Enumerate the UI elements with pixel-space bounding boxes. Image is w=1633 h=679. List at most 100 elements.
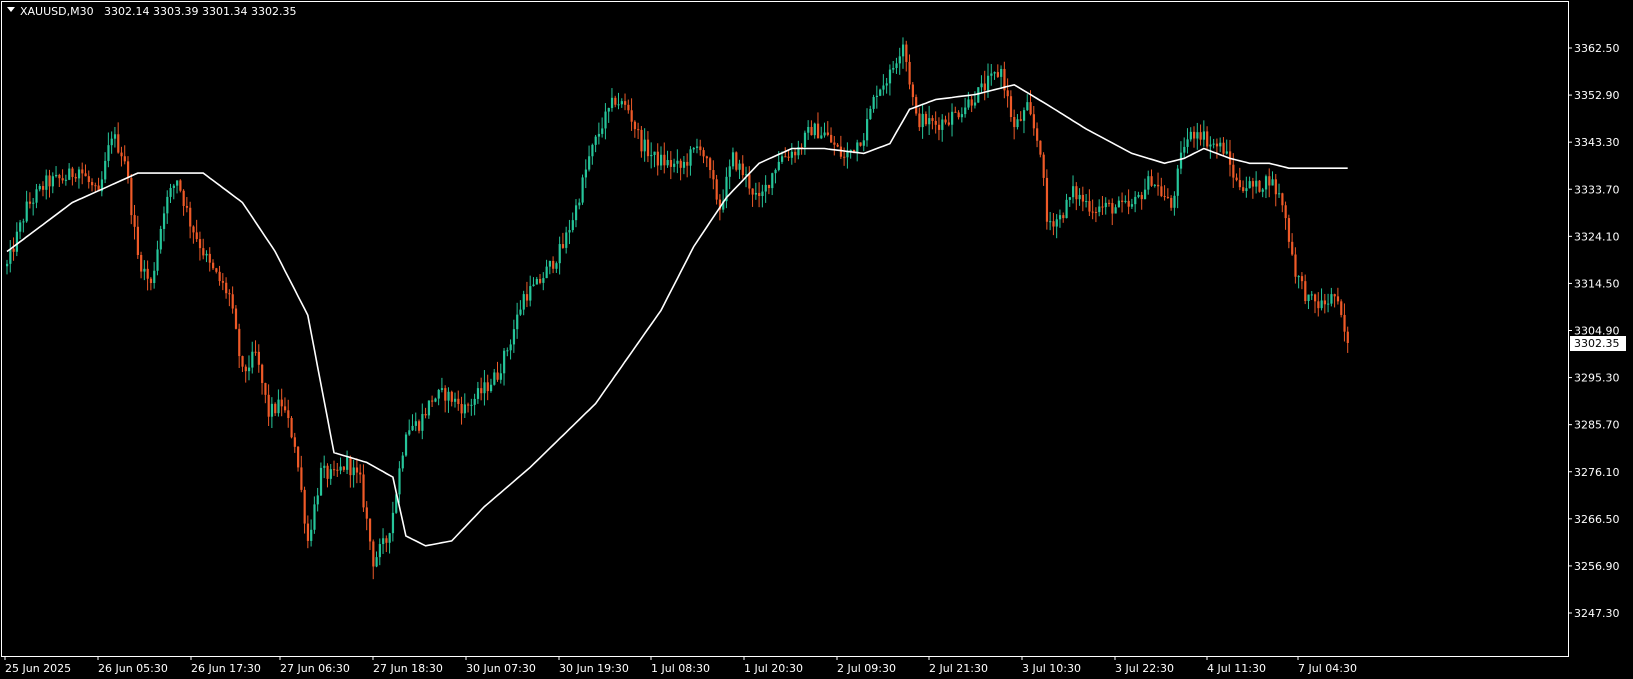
- candle-body: [297, 446, 300, 468]
- candle-body: [1183, 146, 1186, 153]
- candle-body: [1336, 296, 1340, 302]
- candle-body: [656, 151, 659, 166]
- candle-body: [879, 89, 882, 96]
- candle-body: [342, 466, 346, 470]
- candle-body: [280, 399, 283, 407]
- candle-body: [947, 122, 950, 125]
- candle-body: [584, 169, 587, 178]
- candle-body: [650, 154, 653, 157]
- candle-body: [287, 410, 290, 419]
- candle-body: [1150, 176, 1153, 186]
- candle-body: [447, 391, 450, 401]
- x-tick-label: 3 Jul 22:30: [1115, 662, 1174, 675]
- candle-body: [525, 294, 529, 301]
- candle-body: [22, 221, 25, 223]
- candle-body: [493, 372, 496, 385]
- candle-body: [146, 268, 149, 279]
- candle-body: [424, 413, 427, 416]
- candle-body: [1245, 188, 1248, 192]
- candle-body: [143, 268, 146, 272]
- candle-body: [882, 85, 885, 90]
- candle-body: [1343, 314, 1346, 332]
- y-tick-label: 3304.90: [1574, 325, 1620, 338]
- candle-body: [339, 466, 342, 471]
- candle-body: [355, 467, 359, 473]
- candle-body: [1049, 221, 1052, 223]
- candle-body: [581, 177, 584, 203]
- candle-body: [771, 173, 774, 189]
- candle-body: [12, 248, 15, 252]
- current-price-tag: 3302.35: [1570, 336, 1626, 352]
- candle-body: [496, 372, 499, 380]
- candle-body: [365, 507, 368, 519]
- candle-body: [862, 140, 865, 146]
- candle: [581, 174, 584, 205]
- y-tick-label: 3324.10: [1574, 230, 1620, 243]
- candle-body: [77, 169, 81, 179]
- y-tick-label: 3295.30: [1574, 372, 1620, 385]
- candle-body: [1314, 294, 1317, 302]
- candle-body: [159, 228, 162, 250]
- candle-body: [888, 69, 892, 84]
- candle-body: [954, 111, 957, 113]
- candle-body: [290, 418, 293, 438]
- candle-body: [149, 278, 153, 284]
- candle-body: [123, 156, 126, 162]
- candle-body: [1340, 301, 1343, 315]
- y-tick-label: 3343.30: [1574, 136, 1620, 149]
- candle-body: [1009, 96, 1013, 117]
- candle-body: [32, 202, 35, 204]
- candle-body: [578, 202, 581, 206]
- candle-body: [113, 134, 117, 139]
- y-tick-label: 3285.70: [1574, 419, 1620, 432]
- candle-body: [934, 120, 937, 125]
- candle-body: [996, 72, 1000, 77]
- candle-body: [221, 281, 225, 283]
- candle-body: [1163, 196, 1166, 198]
- candle-body: [162, 213, 166, 229]
- candle-body: [68, 168, 71, 180]
- candle-body: [310, 529, 313, 541]
- candle-body: [499, 373, 502, 380]
- candle-body: [208, 253, 211, 263]
- candle-body: [323, 465, 326, 468]
- candle-body: [823, 132, 826, 136]
- candle-body: [1327, 303, 1330, 305]
- candle-body: [1013, 116, 1016, 128]
- candle-body: [663, 154, 666, 166]
- candle-body: [1242, 187, 1245, 192]
- y-tick-label: 3333.70: [1574, 183, 1620, 196]
- candle-body: [172, 185, 175, 188]
- candle-body: [758, 192, 761, 197]
- candle-body: [830, 134, 833, 143]
- candle-body: [388, 533, 391, 543]
- candle-body: [987, 75, 990, 91]
- candle-body: [225, 282, 228, 294]
- candle-body: [666, 160, 669, 166]
- candle-body: [607, 107, 610, 112]
- candle-body: [64, 179, 68, 181]
- candle-body: [915, 97, 918, 114]
- candle-body: [1022, 110, 1026, 121]
- candle-body: [431, 400, 434, 402]
- candle-body: [754, 192, 758, 195]
- candle: [1340, 299, 1343, 318]
- candle-body: [1157, 184, 1160, 187]
- candle-body: [133, 215, 136, 227]
- candle-body: [411, 425, 414, 431]
- candle-body: [794, 151, 797, 156]
- candle-body: [630, 110, 633, 122]
- candle-body: [476, 388, 480, 399]
- candle-body: [731, 152, 735, 167]
- candle-body: [185, 205, 189, 208]
- candle-body: [1127, 200, 1130, 207]
- candle: [879, 88, 882, 97]
- candle-body: [1075, 186, 1078, 200]
- candlestick-chart[interactable]: 3362.50 3352.90 3343.30 3333.70 3324.10 3314.…: [0, 0, 1633, 679]
- candle-body: [346, 456, 349, 470]
- candle-body: [404, 434, 408, 456]
- candle-body: [565, 232, 568, 248]
- candle-body: [1153, 184, 1156, 186]
- candle-body: [267, 394, 270, 417]
- candle-body: [1016, 119, 1019, 128]
